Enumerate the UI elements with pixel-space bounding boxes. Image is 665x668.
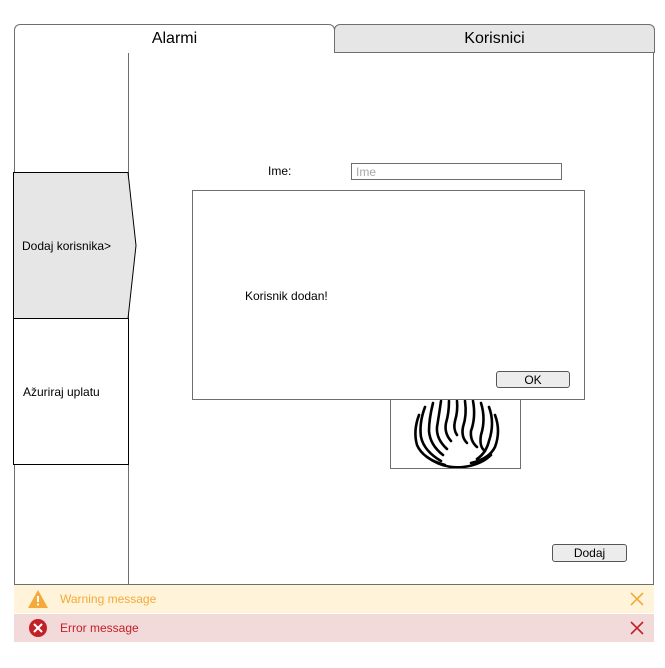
tab-korisnici[interactable]: Korisnici [334, 24, 655, 53]
tab-alarmi[interactable]: Alarmi [14, 24, 335, 53]
close-icon[interactable] [630, 621, 644, 635]
ime-label: Ime: [268, 164, 292, 178]
dialog-message: Korisnik dodan! [245, 289, 328, 303]
dodaj-button[interactable]: Dodaj [552, 544, 627, 562]
sidebar-item-label: Dodaj korisnika> [22, 238, 112, 253]
sidebar-item-label: Ažuriraj uplatu [23, 384, 100, 399]
warning-triangle-icon [28, 590, 48, 608]
sidebar-item-azuriraj-uplatu[interactable]: Ažuriraj uplatu [13, 318, 129, 465]
error-circle-icon [29, 619, 47, 637]
fingerprint-panel [390, 398, 521, 469]
tab-alarmi-label: Alarmi [151, 30, 198, 47]
confirmation-dialog: Korisnik dodan! OK [192, 190, 585, 400]
fingerprint-icon [414, 399, 500, 468]
error-message-text: Error message [60, 621, 139, 635]
ime-input[interactable] [351, 163, 562, 180]
error-message-bar: Error message [14, 614, 654, 642]
sidebar-item-dodaj-korisnika[interactable]: Dodaj korisnika> [13, 172, 138, 319]
tab-korisnici-label: Korisnici [464, 30, 525, 47]
close-icon[interactable] [630, 592, 644, 606]
warning-message-bar: Warning message [14, 585, 654, 613]
warning-message-text: Warning message [60, 592, 157, 606]
ok-button[interactable]: OK [496, 371, 570, 388]
